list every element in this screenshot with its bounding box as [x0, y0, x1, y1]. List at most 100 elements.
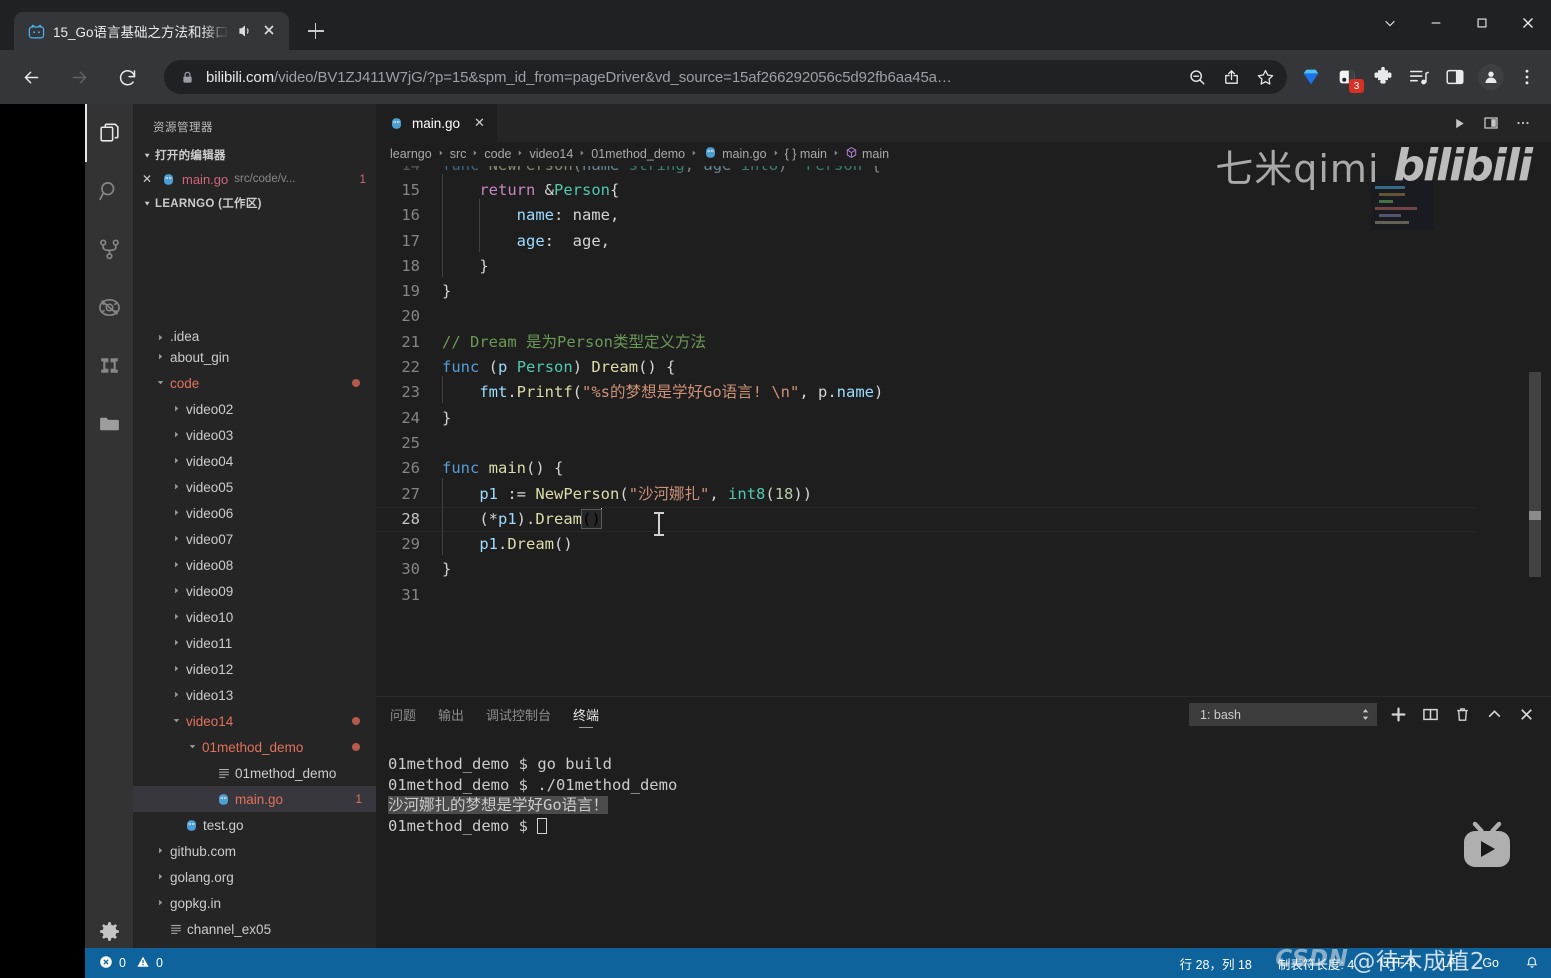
side-panel-icon[interactable]	[1439, 61, 1471, 93]
tab-close-icon[interactable]	[261, 22, 279, 40]
activity-source-control[interactable]	[85, 220, 133, 278]
minimize-icon[interactable]	[1413, 0, 1459, 46]
activity-remote-explorer[interactable]	[85, 394, 133, 452]
forward-arrow-icon[interactable]	[62, 60, 96, 94]
close-panel-icon[interactable]	[1515, 704, 1537, 726]
breadcrumb-item-main.go[interactable]: main.go	[703, 145, 767, 163]
editor-scrollbar[interactable]	[1529, 372, 1541, 577]
status-eol[interactable]: LF	[1442, 956, 1457, 970]
new-tab-button[interactable]	[301, 16, 331, 46]
tree-item-.idea[interactable]: .idea	[133, 326, 376, 344]
tree-item-golang.org[interactable]: golang.org	[133, 864, 376, 890]
three-dot-menu-icon[interactable]	[1511, 61, 1543, 93]
tree-item-about_gin[interactable]: about_gin	[133, 344, 376, 370]
open-editors-header[interactable]: 打开的编辑器	[133, 143, 376, 167]
more-actions-icon[interactable]	[1509, 109, 1537, 137]
warning-count: 0	[155, 956, 163, 970]
tree-item-video13[interactable]: video13	[133, 682, 376, 708]
tree-item-video11[interactable]: video11	[133, 630, 376, 656]
reload-icon[interactable]	[110, 60, 144, 94]
activity-run-debug[interactable]	[85, 278, 133, 336]
activity-explorer[interactable]	[85, 104, 133, 162]
browser-toolbar: bilibili.com/video/BV1ZJ411W7jG/?p=15&sp…	[0, 50, 1551, 104]
panel-tab-调试控制台[interactable]: 调试控制台	[486, 697, 551, 732]
line-number: 16	[401, 206, 420, 225]
status-problems[interactable]: 0 0	[85, 955, 163, 972]
zoom-out-icon[interactable]	[1181, 61, 1213, 93]
tree-item-video14[interactable]: video14	[133, 708, 376, 734]
breadcrumb-separator	[437, 149, 445, 160]
window-close-icon[interactable]	[1505, 0, 1551, 46]
breadcrumb-item-video14[interactable]: video14	[529, 147, 573, 161]
close-icon[interactable]: ✕	[474, 115, 485, 131]
activity-search[interactable]	[85, 162, 133, 220]
breadcrumb-item-main[interactable]: { } main	[785, 147, 827, 161]
speaker-icon[interactable]	[237, 23, 253, 39]
maximize-icon[interactable]	[1459, 0, 1505, 46]
tree-item-channel_ex05[interactable]: channel_ex05	[133, 916, 376, 942]
tree-item-01method_demo[interactable]: 01method_demo	[133, 760, 376, 786]
panel-tab-输出[interactable]: 输出	[438, 697, 464, 732]
tree-item-code[interactable]: code	[133, 370, 376, 396]
modified-dot	[352, 379, 360, 387]
tree-item-gopkg.in[interactable]: gopkg.in	[133, 890, 376, 916]
open-editor-item[interactable]: ✕ main.go src/code/v... 1	[133, 167, 376, 191]
terminal-line: 01method_demo $ ./01method_demo	[388, 775, 1551, 796]
maximize-panel-icon[interactable]	[1483, 704, 1505, 726]
breadcrumb-item-main[interactable]: main	[845, 146, 889, 162]
puzzle-extension-icon[interactable]	[1367, 61, 1399, 93]
close-icon[interactable]: ✕	[139, 172, 155, 186]
status-language[interactable]: Go	[1482, 956, 1499, 970]
browser-tab[interactable]: 15_Go语言基础之方法和接口	[14, 12, 289, 50]
terminal-output[interactable]: 01method_demo $ go build 01method_demo $ …	[376, 732, 1551, 836]
tree-item-video06[interactable]: video06	[133, 500, 376, 526]
breadcrumb-item-learngo[interactable]: learngo	[390, 147, 432, 161]
tree-item-video10[interactable]: video10	[133, 604, 376, 630]
tree-item-github.com[interactable]: github.com	[133, 838, 376, 864]
diamond-icon[interactable]	[1295, 61, 1327, 93]
share-icon[interactable]	[1215, 61, 1247, 93]
workspace-header[interactable]: LEARNGO (工作区)	[133, 191, 376, 215]
split-editor-icon[interactable]	[1477, 109, 1505, 137]
tree-item-label: 01method_demo	[202, 739, 304, 755]
breadcrumb-item-code[interactable]: code	[484, 147, 511, 161]
tree-item-video12[interactable]: video12	[133, 656, 376, 682]
tree-item-video02[interactable]: video02	[133, 396, 376, 422]
error-count: 0	[119, 956, 126, 970]
code-editor[interactable]: 14func NewPerson(name string, age int8) …	[376, 166, 1551, 696]
tree-item-01method_demo[interactable]: 01method_demo	[133, 734, 376, 760]
back-arrow-icon[interactable]	[14, 60, 48, 94]
playlist-icon[interactable]	[1403, 61, 1435, 93]
editor-tab-main-go[interactable]: main.go ✕	[376, 104, 498, 142]
profile-avatar-icon[interactable]	[1475, 61, 1507, 93]
line-number: 31	[401, 585, 420, 604]
terminal-selector[interactable]: 1: bash	[1189, 703, 1377, 726]
tree-item-video08[interactable]: video08	[133, 552, 376, 578]
split-terminal-icon[interactable]	[1419, 704, 1441, 726]
tree-item-main.go[interactable]: main.go 1	[133, 786, 376, 812]
kill-terminal-icon[interactable]	[1451, 704, 1473, 726]
breadcrumb-item-src[interactable]: src	[450, 147, 467, 161]
panel-tab-问题[interactable]: 问题	[390, 697, 416, 732]
status-encoding[interactable]: UTF-8	[1380, 956, 1415, 970]
bookmark-star-icon[interactable]	[1249, 61, 1281, 93]
run-icon[interactable]	[1445, 109, 1473, 137]
chevron-down-icon[interactable]	[1367, 0, 1413, 46]
tree-item-test.go[interactable]: test.go	[133, 812, 376, 838]
address-bar[interactable]: bilibili.com/video/BV1ZJ411W7jG/?p=15&sp…	[164, 60, 1287, 94]
status-tab-size[interactable]: 制表符长度: 4	[1278, 954, 1354, 973]
breadcrumb-separator	[578, 149, 586, 160]
add-terminal-icon[interactable]	[1387, 704, 1409, 726]
bell-icon[interactable]	[1525, 956, 1539, 970]
activity-extensions[interactable]	[85, 336, 133, 394]
tree-item-video04[interactable]: video04	[133, 448, 376, 474]
panel-tab-终端[interactable]: 终端	[573, 697, 599, 732]
screenshot-extension-icon[interactable]: 3	[1331, 61, 1364, 93]
tree-item-video05[interactable]: video05	[133, 474, 376, 500]
tree-item-video03[interactable]: video03	[133, 422, 376, 448]
status-cursor-position[interactable]: 行 28，列 18	[1180, 954, 1252, 973]
terminal-text: go build	[537, 755, 612, 773]
breadcrumb-item-01method_demo[interactable]: 01method_demo	[591, 147, 685, 161]
tree-item-video07[interactable]: video07	[133, 526, 376, 552]
tree-item-video09[interactable]: video09	[133, 578, 376, 604]
